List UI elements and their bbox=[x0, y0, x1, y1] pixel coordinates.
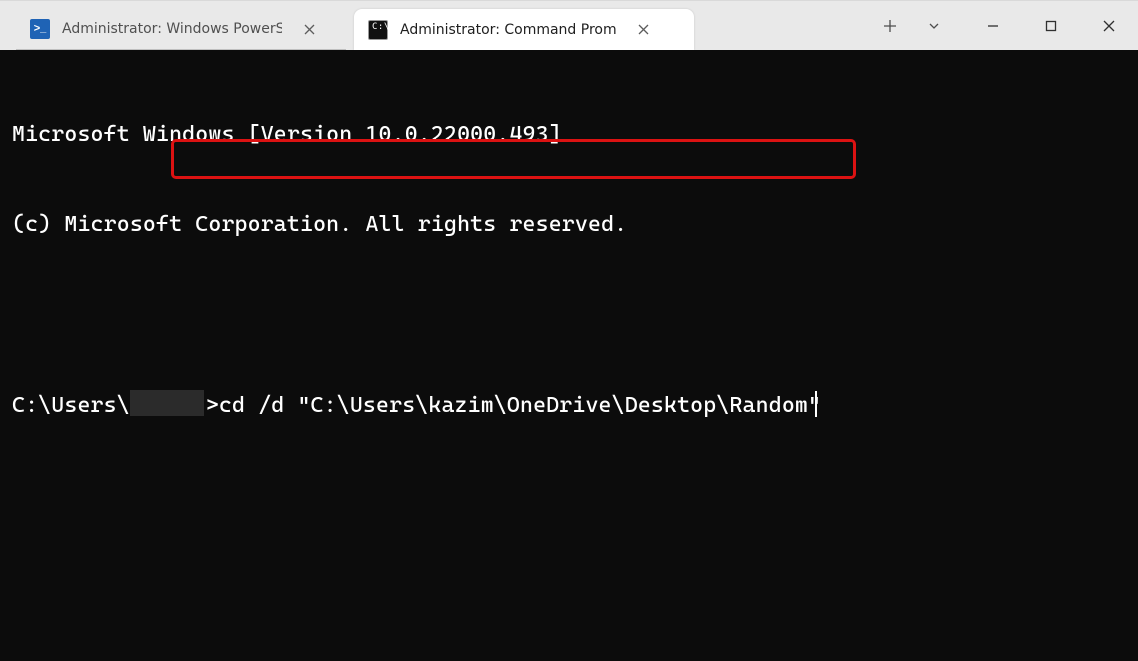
close-window-button[interactable] bbox=[1080, 1, 1138, 50]
powershell-icon: >_ bbox=[30, 19, 50, 39]
minimize-button[interactable] bbox=[964, 1, 1022, 50]
prompt-prefix: C:\Users\ bbox=[12, 393, 130, 418]
maximize-button[interactable] bbox=[1022, 1, 1080, 50]
tab-powershell[interactable]: >_ Administrator: Windows PowerS bbox=[16, 9, 346, 50]
tab-strip: >_ Administrator: Windows PowerS C:\ Adm… bbox=[0, 1, 860, 50]
tab-label: Administrator: Command Prom bbox=[400, 22, 617, 38]
prompt-command[interactable]: cd /d "C:\Users\kazim\OneDrive\Desktop\R… bbox=[219, 393, 821, 418]
close-tab-button[interactable] bbox=[298, 18, 320, 40]
title-bar[interactable]: >_ Administrator: Windows PowerS C:\ Adm… bbox=[0, 1, 1138, 50]
prompt-user-redacted bbox=[130, 390, 204, 416]
new-tab-button[interactable] bbox=[868, 5, 912, 46]
tab-label: Administrator: Windows PowerS bbox=[62, 21, 282, 37]
terminal-prompt-line: C:\Users\ >cd /d "C:\Users\kazim\OneDrive… bbox=[12, 390, 1126, 421]
tab-cmd[interactable]: C:\ Administrator: Command Prom bbox=[354, 9, 694, 50]
terminal-blank-line bbox=[12, 300, 1126, 330]
text-cursor bbox=[815, 391, 817, 417]
window-controls bbox=[964, 1, 1138, 50]
prompt-gt: > bbox=[206, 393, 219, 418]
close-tab-button[interactable] bbox=[633, 19, 655, 41]
tab-dropdown-button[interactable] bbox=[912, 5, 956, 46]
terminal-output-line: Microsoft Windows [Version 10.0.22000.49… bbox=[12, 120, 1126, 150]
cmd-icon: C:\ bbox=[368, 20, 388, 40]
tab-actions bbox=[860, 1, 964, 50]
terminal-window: >_ Administrator: Windows PowerS C:\ Adm… bbox=[0, 0, 1138, 661]
terminal-viewport[interactable]: Microsoft Windows [Version 10.0.22000.49… bbox=[0, 50, 1138, 661]
terminal-output-line: (c) Microsoft Corporation. All rights re… bbox=[12, 210, 1126, 240]
